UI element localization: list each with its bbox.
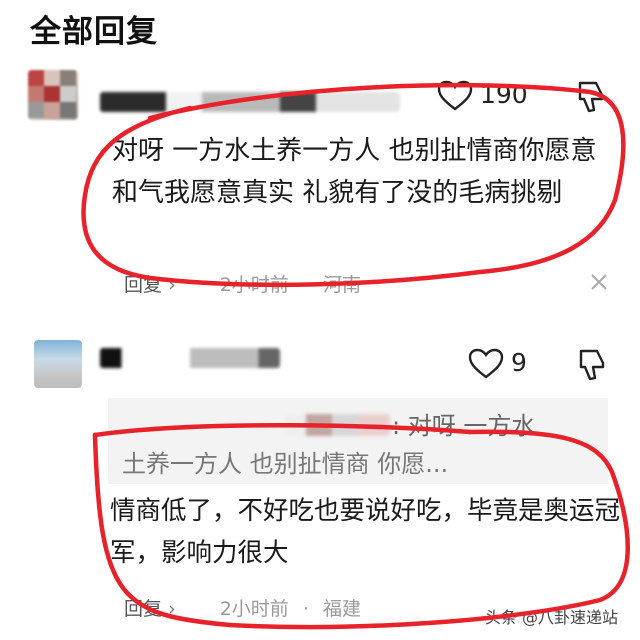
comment-location: 福建 <box>322 598 361 620</box>
quoted-username-blurred <box>285 414 390 436</box>
reply-button[interactable]: 回复 <box>124 598 162 620</box>
chevron-right-icon: › <box>168 274 176 296</box>
quoted-text-line2: 土养一方人 也别扯情商 你愿... <box>122 450 449 478</box>
comment-text: 对呀 一方水土养一方人 也别扯情商你愿意和气我愿意真实 礼貌有了没的毛病挑剔 <box>112 136 597 208</box>
heart-icon[interactable] <box>437 80 473 112</box>
avatar[interactable] <box>34 340 82 388</box>
username-blurred <box>100 92 400 112</box>
dislike-icon[interactable] <box>576 80 606 114</box>
comment-meta: 回复 › 2小时前 · 福建 <box>124 598 361 620</box>
comment-text: 情商低了，不好吃也要说好吃，毕竟是奥运冠军，影响力很大 <box>110 496 621 568</box>
like-count: 9 <box>511 348 527 377</box>
comment-time: 2小时前 <box>219 598 289 620</box>
reply-button[interactable]: 回复 <box>124 274 162 296</box>
dislike-icon[interactable] <box>577 348 607 382</box>
username-blurred <box>100 348 280 368</box>
page-title: 全部回复 <box>30 14 158 50</box>
avatar[interactable] <box>28 70 78 120</box>
quoted-text-line1: : 对呀 一方水 <box>392 412 536 440</box>
like-count: 190 <box>480 80 528 109</box>
comment-location: 河南 <box>322 274 361 296</box>
comment-time: 2小时前 <box>219 274 289 296</box>
watermark: 头条 @八卦速递站 <box>478 602 624 630</box>
close-icon[interactable] <box>589 272 609 292</box>
comment-meta: 回复 › 2小时前 · 河南 <box>124 274 361 296</box>
chevron-right-icon: › <box>168 598 176 620</box>
heart-icon[interactable] <box>468 348 504 380</box>
